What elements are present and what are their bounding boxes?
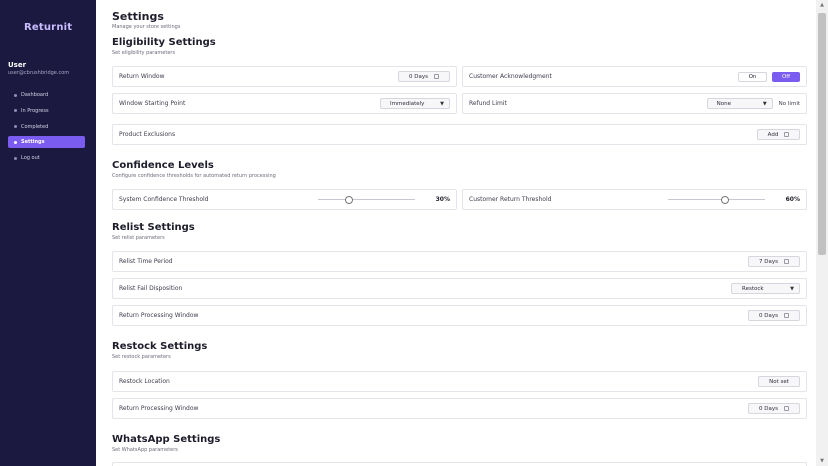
page-subtitle: Manage your store settings	[112, 24, 181, 30]
chevron-down-icon: ▼	[440, 100, 444, 107]
product-exclusions-label: Product Exclusions	[119, 131, 176, 138]
relist-fail-select[interactable]: Restock ▼	[731, 283, 800, 294]
return-window-value: 0 Days	[409, 73, 428, 80]
scroll-thumb[interactable]	[818, 13, 826, 255]
user-name: User	[8, 61, 27, 69]
relist-time-card: Relist Time Period 7 Days	[112, 251, 807, 272]
confidence-subtitle: Configure confidence thresholds for auto…	[112, 173, 276, 179]
restock-processing-stepper[interactable]: 0 Days	[748, 403, 800, 414]
add-exclusion-label: Add	[767, 131, 779, 138]
restock-location-label: Restock Location	[119, 378, 170, 385]
slider-track	[668, 199, 765, 200]
refund-limit-card: Refund Limit None ▼ No limit	[462, 93, 807, 114]
restock-subtitle: Set restock parameters	[112, 354, 171, 360]
refund-limit-value: None	[716, 100, 732, 107]
relist-title: Relist Settings	[112, 222, 195, 233]
customer-return-value: 60%	[785, 196, 800, 203]
customer-ack-off-button[interactable]: Off	[772, 71, 800, 82]
customer-ack-card: Customer Acknowledgment On Off	[462, 66, 807, 87]
refund-limit-label: Refund Limit	[469, 100, 507, 107]
app-logo: Returnit	[24, 22, 73, 33]
scroll-up-icon[interactable]: ▲	[819, 2, 825, 8]
user-email: user@cbrushbridge.com	[8, 70, 70, 76]
add-exclusion-button[interactable]: Add	[757, 129, 800, 140]
stepper-icon	[783, 313, 789, 318]
bullet-icon	[14, 109, 17, 113]
window-start-label: Window Starting Point	[119, 100, 186, 107]
relist-fail-value: Restock	[742, 285, 764, 292]
relist-time-value: 7 Days	[759, 258, 778, 265]
customer-ack-label: Customer Acknowledgment	[469, 73, 552, 80]
slider-thumb[interactable]	[344, 195, 353, 204]
sidebar-nav: Dashboard In Progress Completed Settings…	[8, 89, 85, 168]
refund-limit-select[interactable]: None ▼	[706, 98, 773, 109]
customer-return-card: Customer Return Threshold 60%	[462, 189, 807, 210]
sidebar: Returnit User user@cbrushbridge.com Dash…	[0, 0, 96, 466]
whatsapp-card	[112, 462, 807, 466]
sidebar-item-settings[interactable]: Settings	[8, 136, 85, 149]
bullet-icon	[14, 140, 17, 144]
chevron-down-icon: ▼	[790, 285, 794, 292]
chevron-down-icon: ▼	[762, 100, 767, 107]
relist-fail-label: Relist Fail Disposition	[119, 285, 183, 292]
sidebar-item-label: In Progress	[21, 107, 49, 114]
relist-processing-card: Return Processing Window 0 Days	[112, 305, 807, 326]
slider-thumb[interactable]	[721, 195, 730, 204]
restock-processing-card: Return Processing Window 0 Days	[112, 398, 807, 419]
relist-processing-label: Return Processing Window	[119, 312, 199, 319]
whatsapp-subtitle: Set WhatsApp parameters	[112, 447, 178, 453]
customer-return-label: Customer Return Threshold	[469, 196, 552, 203]
sidebar-item-label: Completed	[21, 123, 49, 130]
bullet-icon	[14, 156, 17, 160]
relist-processing-stepper[interactable]: 0 Days	[748, 310, 800, 321]
sidebar-item-in-progress[interactable]: In Progress	[8, 105, 85, 117]
eligibility-subtitle: Set eligibility parameters	[112, 50, 176, 56]
relist-subtitle: Set relist parameters	[112, 235, 165, 241]
return-window-card: Return Window 0 Days	[112, 66, 457, 87]
return-window-stepper[interactable]: 0 Days	[398, 71, 450, 82]
sidebar-item-log-out[interactable]: Log out	[8, 152, 85, 164]
stepper-icon	[433, 74, 439, 79]
system-confidence-value: 30%	[435, 196, 450, 203]
stepper-icon	[783, 406, 789, 411]
relist-time-stepper[interactable]: 7 Days	[748, 256, 800, 267]
scroll-down-icon[interactable]: ▼	[819, 458, 825, 464]
window-start-value: Immediately	[390, 100, 425, 107]
restock-processing-value: 0 Days	[759, 405, 778, 412]
customer-return-slider[interactable]	[668, 195, 765, 205]
confidence-title: Confidence Levels	[112, 160, 214, 171]
sidebar-item-dashboard[interactable]: Dashboard	[8, 89, 85, 101]
relist-fail-card: Relist Fail Disposition Restock ▼	[112, 278, 807, 299]
product-exclusions-card: Product Exclusions Add	[112, 124, 807, 145]
bullet-icon	[14, 125, 17, 129]
slider-track	[318, 199, 415, 200]
return-window-label: Return Window	[119, 73, 165, 80]
customer-ack-on-button[interactable]: On	[738, 71, 767, 82]
restock-processing-label: Return Processing Window	[119, 405, 199, 412]
window-start-card: Window Starting Point Immediately ▼	[112, 93, 457, 114]
system-confidence-slider[interactable]	[318, 195, 415, 205]
bullet-icon	[14, 93, 17, 97]
window-start-select[interactable]: Immediately ▼	[380, 98, 450, 109]
relist-processing-value: 0 Days	[759, 312, 778, 319]
sidebar-item-label: Log out	[21, 155, 40, 162]
sidebar-item-label: Dashboard	[21, 92, 49, 98]
relist-time-label: Relist Time Period	[119, 258, 173, 265]
restock-title: Restock Settings	[112, 341, 208, 352]
page-title: Settings	[112, 10, 164, 23]
add-icon	[784, 132, 790, 137]
whatsapp-title: WhatsApp Settings	[112, 434, 221, 445]
refund-limit-note: No limit	[778, 100, 800, 107]
sidebar-item-completed[interactable]: Completed	[8, 121, 85, 133]
system-confidence-card: System Confidence Threshold 30%	[112, 189, 457, 210]
system-confidence-label: System Confidence Threshold	[119, 196, 209, 203]
eligibility-title: Eligibility Settings	[112, 37, 216, 48]
restock-location-card: Restock Location Not set	[112, 371, 807, 392]
page-scrollbar[interactable]: ▲ ▼	[816, 0, 828, 466]
sidebar-item-label: Settings	[21, 139, 45, 146]
stepper-icon	[783, 259, 789, 264]
settings-main: Settings Manage your store settings Elig…	[96, 0, 816, 466]
restock-location-button[interactable]: Not set	[758, 376, 800, 387]
